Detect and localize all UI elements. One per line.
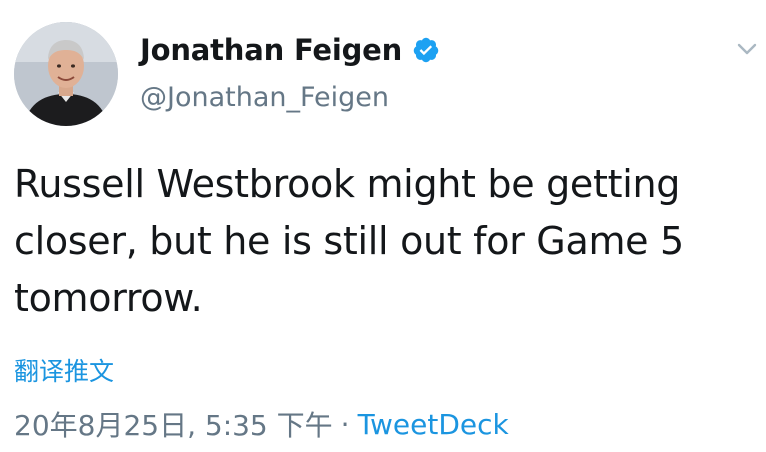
tweet-source-link[interactable]: TweetDeck: [358, 408, 509, 441]
chevron-down-icon[interactable]: [734, 36, 760, 62]
display-name[interactable]: Jonathan Feigen: [140, 33, 402, 67]
verified-badge-icon: [412, 36, 440, 64]
author-handle[interactable]: @Jonathan_Feigen: [140, 82, 389, 113]
author-name-row: Jonathan Feigen: [140, 30, 440, 70]
meta-separator: ·: [340, 407, 350, 441]
avatar[interactable]: [14, 22, 118, 126]
tweet-meta: 20年8月25日, 5:35 下午 · TweetDeck: [14, 404, 509, 444]
tweet-timestamp[interactable]: 20年8月25日, 5:35 下午: [14, 404, 333, 444]
avatar-photo: [14, 22, 118, 126]
tweet-card: Jonathan Feigen @Jonathan_Feigen Russell…: [0, 0, 766, 452]
translate-tweet-link[interactable]: 翻译推文: [14, 352, 114, 388]
tweet-text: Russell Westbrook might be getting close…: [14, 162, 684, 320]
